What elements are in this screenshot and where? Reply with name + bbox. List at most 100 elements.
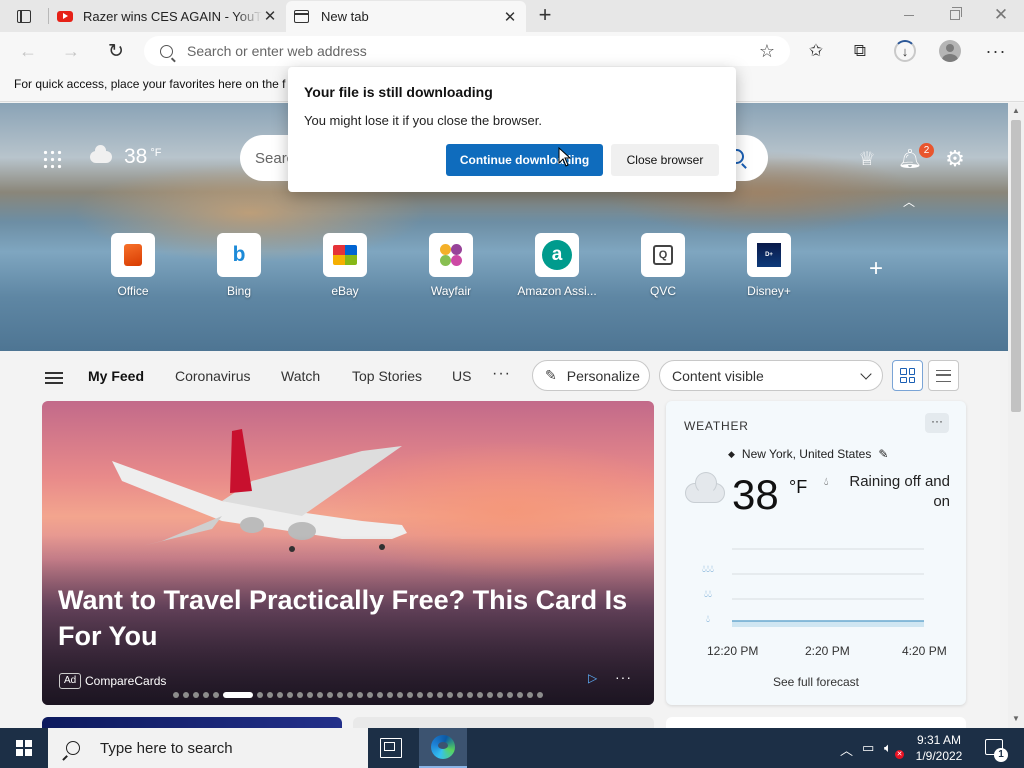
close-window-button[interactable]: ✕ <box>978 0 1024 30</box>
chevron-up-icon[interactable]: ︿ <box>901 193 917 209</box>
minimize-button[interactable] <box>886 0 932 30</box>
carousel-dot[interactable] <box>367 692 373 698</box>
carousel-dot[interactable] <box>193 692 199 698</box>
more-feeds-icon[interactable]: ··· <box>492 365 511 383</box>
carousel-dot[interactable] <box>397 692 403 698</box>
carousel-dot[interactable] <box>507 692 513 698</box>
add-quick-link-icon[interactable]: + <box>864 257 888 281</box>
scroll-up-icon[interactable]: ▲ <box>1012 106 1020 115</box>
carousel-dot[interactable] <box>447 692 453 698</box>
feed-card[interactable] <box>42 717 342 728</box>
quick-link-bing[interactable]: b Bing <box>196 233 282 298</box>
close-browser-button[interactable]: Close browser <box>611 144 719 176</box>
quick-link-ebay[interactable]: eBay <box>302 233 388 298</box>
grid-view-button[interactable] <box>892 360 923 391</box>
carousel-dot[interactable] <box>417 692 423 698</box>
list-view-button[interactable] <box>928 360 959 391</box>
tab-new-tab[interactable]: New tab ✕ <box>286 1 526 32</box>
tab-coronavirus[interactable]: Coronavirus <box>175 368 250 384</box>
carousel-dot[interactable] <box>257 692 263 698</box>
scrollbar-thumb[interactable] <box>1011 120 1021 412</box>
tab-close-icon[interactable]: ✕ <box>262 8 278 25</box>
tab-youtube[interactable]: Razer wins CES AGAIN - YouTube ✕ <box>49 0 286 32</box>
adchoices-icon[interactable]: ▷ <box>588 671 597 685</box>
profile-button[interactable] <box>933 36 967 66</box>
carousel-dot[interactable] <box>537 692 543 698</box>
carousel-dot[interactable] <box>487 692 493 698</box>
quick-link-disney-plus[interactable]: D+ Disney+ <box>726 233 812 298</box>
carousel-dot[interactable] <box>437 692 443 698</box>
settings-more-button[interactable]: ··· <box>979 36 1013 66</box>
carousel-dot[interactable] <box>427 692 433 698</box>
quick-link-wayfair[interactable]: Wayfair <box>408 233 494 298</box>
carousel-dot[interactable] <box>327 692 333 698</box>
quick-link-qvc[interactable]: Q QVC <box>620 233 706 298</box>
tab-us[interactable]: US <box>452 368 471 384</box>
forward-button[interactable]: → <box>55 36 87 66</box>
carousel-dot[interactable] <box>183 692 189 698</box>
tab-top-stories[interactable]: Top Stories <box>352 368 422 384</box>
carousel-dot[interactable] <box>407 692 413 698</box>
app-launcher-icon[interactable] <box>42 149 62 169</box>
carousel-dot[interactable] <box>387 692 393 698</box>
new-tab-button[interactable]: + <box>533 4 557 28</box>
scroll-down-icon[interactable]: ▼ <box>1012 714 1020 723</box>
carousel-dot[interactable] <box>287 692 293 698</box>
carousel-dot[interactable] <box>517 692 523 698</box>
carousel-dot[interactable] <box>267 692 273 698</box>
content-visibility-select[interactable]: Content visible <box>659 360 883 391</box>
taskbar-search-input[interactable]: Type here to search <box>100 740 233 757</box>
rewards-icon[interactable]: ♕ <box>854 146 880 172</box>
carousel-dot[interactable] <box>317 692 323 698</box>
menu-icon[interactable] <box>45 372 63 384</box>
carousel-dot[interactable] <box>277 692 283 698</box>
collections-button[interactable]: ⧉ <box>843 36 877 66</box>
carousel-dot[interactable] <box>477 692 483 698</box>
address-input[interactable]: Search or enter web address <box>187 43 752 59</box>
tab-close-icon[interactable]: ✕ <box>502 9 518 26</box>
carousel-dot[interactable] <box>377 692 383 698</box>
refresh-button[interactable]: ↻ <box>100 36 132 66</box>
system-clock[interactable]: 9:31 AM 1/9/2022 <box>908 732 970 764</box>
more-options-icon[interactable]: ··· <box>615 669 632 685</box>
quick-link-amazon-assistant[interactable]: a Amazon Assi... <box>514 233 600 298</box>
carousel-dot[interactable] <box>357 692 363 698</box>
task-view-icon[interactable] <box>380 738 402 758</box>
start-button[interactable] <box>0 728 48 768</box>
carousel-dot[interactable] <box>213 692 219 698</box>
page-scrollbar[interactable]: ▲ ▼ <box>1008 103 1024 728</box>
tab-my-feed[interactable]: My Feed <box>88 368 144 384</box>
weather-widget-mini[interactable]: 38 °F <box>90 145 161 169</box>
article-title[interactable]: Want to Travel Practically Free? This Ca… <box>58 582 628 654</box>
network-icon[interactable]: ▭ <box>862 740 874 756</box>
volume-icon[interactable]: 🔈︎ <box>884 740 892 756</box>
continue-downloading-button[interactable]: Continue downloading <box>446 144 603 176</box>
carousel-dot[interactable] <box>527 692 533 698</box>
edit-location-icon[interactable]: ✎ <box>878 447 888 461</box>
carousel-dot[interactable] <box>347 692 353 698</box>
taskbar-search-box[interactable]: Type here to search <box>48 728 368 768</box>
hero-article-card[interactable]: Want to Travel Practically Free? This Ca… <box>42 401 654 705</box>
address-bar[interactable]: Search or enter web address ☆ <box>144 36 790 66</box>
carousel-dot[interactable] <box>307 692 313 698</box>
carousel-dot[interactable] <box>297 692 303 698</box>
show-hidden-icons-icon[interactable]: ︿ <box>840 740 853 759</box>
add-favorite-icon[interactable]: ☆ <box>752 41 782 62</box>
carousel-dot[interactable] <box>337 692 343 698</box>
taskbar-edge-button[interactable] <box>419 728 467 768</box>
downloads-button[interactable]: ↓ <box>888 36 922 66</box>
tab-watch[interactable]: Watch <box>281 368 320 384</box>
quick-link-office[interactable]: Office <box>90 233 176 298</box>
carousel-dot[interactable] <box>173 692 179 698</box>
personalize-button[interactable]: ✎ Personalize <box>532 360 650 391</box>
back-button[interactable]: ← <box>12 36 44 66</box>
carousel-dot[interactable] <box>203 692 209 698</box>
tab-actions-button[interactable] <box>8 4 40 28</box>
carousel-dot[interactable] <box>457 692 463 698</box>
restore-button[interactable] <box>932 0 978 30</box>
feed-card[interactable] <box>353 717 654 728</box>
weather-location[interactable]: ◆ New York, United States ✎ <box>728 447 888 461</box>
see-full-forecast-link[interactable]: See full forecast <box>666 675 966 689</box>
carousel-dot[interactable] <box>467 692 473 698</box>
carousel-dot[interactable] <box>497 692 503 698</box>
